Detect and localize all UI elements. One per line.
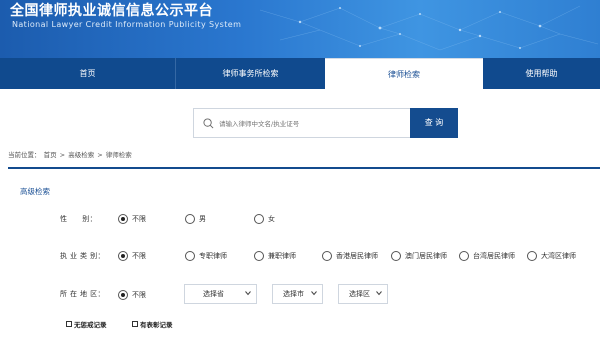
has-honor-checkbox[interactable]: 有表彰记录: [132, 319, 173, 329]
breadcrumb-advanced-search[interactable]: 高级检索: [68, 151, 94, 159]
search-icon: [203, 118, 214, 129]
chevron-down-icon: [245, 291, 251, 296]
breadcrumb-separator: >: [97, 151, 103, 159]
site-subtitle: National Lawyer Credit Information Publi…: [12, 20, 242, 29]
site-title: 全国律师执业诚信信息公示平台: [10, 3, 213, 19]
region-label: 所 在 地 区：: [60, 290, 105, 298]
nav-item-lawyer-search[interactable]: 律师检索: [325, 58, 483, 89]
gender-option-female-label: 女: [268, 215, 275, 223]
breadcrumb-lawyer-search: 律师检索: [105, 151, 132, 159]
province-select-value: 选择省: [203, 290, 224, 298]
radio-icon[interactable]: [185, 251, 195, 261]
chevron-down-icon: [376, 291, 382, 296]
gender-option-any-label: 不限: [132, 215, 146, 223]
district-select[interactable]: 选择区: [338, 284, 388, 304]
gender-option-female[interactable]: 女: [254, 213, 275, 225]
city-select[interactable]: 选择市: [272, 284, 323, 304]
practice-type-option-macau-label: 澳门居民律师: [405, 252, 447, 260]
practice-type-option-full-time-label: 专职律师: [199, 252, 227, 260]
practice-type-option-greater-bay-area-label: 大湾区律师: [541, 252, 576, 260]
city-select-value: 选择市: [283, 290, 304, 298]
gender-option-any[interactable]: 不限: [118, 213, 146, 225]
breadcrumb-prefix: 当前位置：: [8, 151, 41, 159]
chevron-down-icon: [311, 291, 317, 296]
no-penalty-checkbox[interactable]: 无惩戒记录: [66, 319, 107, 329]
region-option-any-label: 不限: [132, 291, 146, 299]
practice-type-option-greater-bay-area[interactable]: 大湾区律师: [527, 250, 576, 262]
radio-icon[interactable]: [527, 251, 537, 261]
practice-type-option-taiwan-label: 台湾居民律师: [473, 252, 515, 260]
practice-type-option-macau[interactable]: 澳门居民律师: [391, 250, 447, 262]
gender-label: 性 别：: [60, 215, 97, 223]
no-penalty-label: 无惩戒记录: [74, 321, 107, 329]
gender-row: 性 别： 不限 男 女: [8, 212, 600, 228]
radio-icon[interactable]: [459, 251, 469, 261]
breadcrumb-home[interactable]: 首页: [44, 151, 57, 159]
practice-type-label: 执 业 类 别：: [60, 252, 105, 260]
practice-type-row: 执 业 类 别： 不限 专职律师 兼职律师 香港居民律师 澳门居民律师 台湾居民…: [8, 249, 600, 265]
radio-icon[interactable]: [185, 214, 195, 224]
search-box: [193, 108, 410, 138]
breadcrumb-separator: >: [59, 151, 66, 159]
gender-option-male[interactable]: 男: [185, 213, 206, 225]
practice-type-option-full-time[interactable]: 专职律师: [185, 250, 227, 262]
practice-type-option-part-time[interactable]: 兼职律师: [254, 250, 296, 262]
province-select[interactable]: 选择省: [184, 284, 257, 304]
nav-item-home[interactable]: 首页: [0, 58, 175, 89]
breadcrumb: 当前位置： 首页 > 高级检索 > 律师检索: [8, 149, 133, 159]
main-nav: 首页 律师事务所检索 律师检索 使用帮助: [0, 58, 600, 89]
radio-icon[interactable]: [254, 214, 264, 224]
nav-item-law-firm-search[interactable]: 律师事务所检索: [176, 58, 325, 89]
practice-type-option-any[interactable]: 不限: [118, 250, 146, 262]
region-row: 所 在 地 区： 不限 选择省 选择市 选择区: [8, 284, 600, 306]
practice-type-option-any-label: 不限: [132, 252, 146, 260]
gender-option-male-label: 男: [199, 215, 206, 223]
site-banner: 全国律师执业诚信信息公示平台 National Lawyer Credit In…: [0, 0, 600, 58]
practice-type-option-part-time-label: 兼职律师: [268, 252, 296, 260]
practice-type-option-taiwan[interactable]: 台湾居民律师: [459, 250, 515, 262]
radio-selected-icon[interactable]: [118, 290, 128, 300]
advanced-search-title: 高级检索: [20, 187, 50, 196]
checkbox-icon[interactable]: [66, 321, 72, 327]
district-select-value: 选择区: [349, 290, 370, 298]
region-option-any[interactable]: 不限: [118, 289, 146, 301]
radio-icon[interactable]: [391, 251, 401, 261]
practice-type-option-hong-kong-label: 香港居民律师: [336, 252, 378, 260]
radio-icon[interactable]: [322, 251, 332, 261]
advanced-search-panel: 高级检索 性 别： 不限 男 女 执 业 类 别： 不限 专职律师 兼职律师 香…: [8, 167, 600, 337]
nav-item-help[interactable]: 使用帮助: [483, 58, 600, 89]
practice-type-option-hong-kong[interactable]: 香港居民律师: [322, 250, 378, 262]
radio-icon[interactable]: [254, 251, 264, 261]
search-input[interactable]: [219, 115, 404, 133]
checkbox-icon[interactable]: [132, 321, 138, 327]
radio-selected-icon[interactable]: [118, 214, 128, 224]
search-button[interactable]: 查 询: [410, 108, 458, 138]
radio-selected-icon[interactable]: [118, 251, 128, 261]
has-honor-label: 有表彰记录: [140, 321, 173, 329]
